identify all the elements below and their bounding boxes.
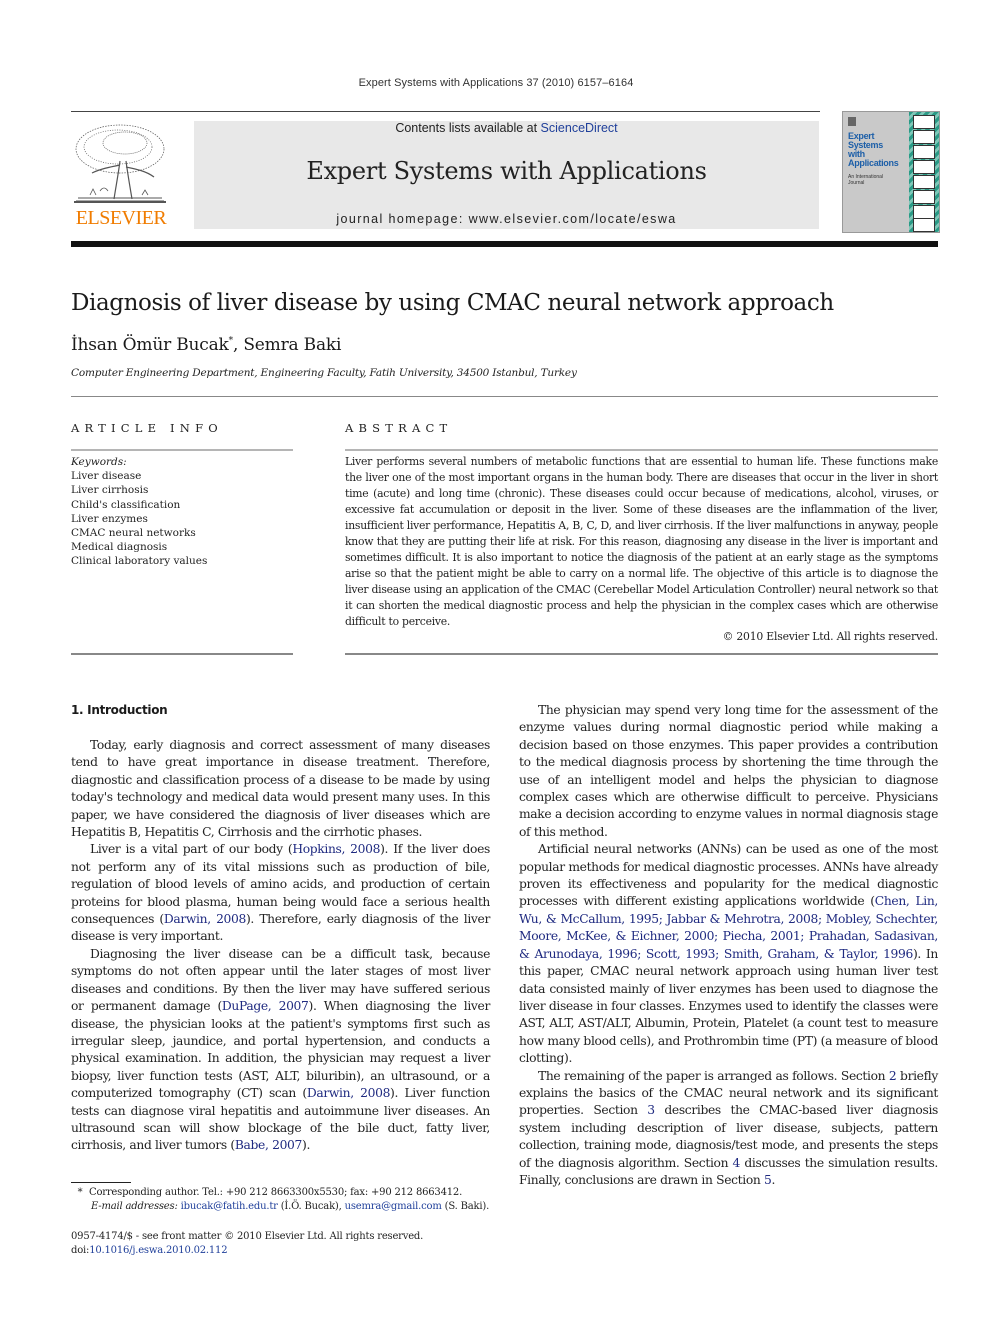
keyword-item: Medical diagnosis — [71, 541, 168, 554]
article-info-rule — [71, 449, 293, 451]
cover-scales-icon — [913, 160, 935, 174]
cover-bar-chart-icon — [913, 145, 935, 159]
keywords-label: Keywords: — [71, 456, 127, 468]
citation-link[interactable]: Darwin, 2008 — [164, 912, 246, 926]
cover-globe-icon — [913, 130, 935, 144]
doi-line: doi:10.1016/j.eswa.2010.02.112 — [71, 1244, 423, 1258]
citation-link[interactable]: 4 — [733, 1156, 741, 1170]
email-link[interactable]: usemra@gmail.com — [345, 1201, 442, 1212]
email-owner: (İ.Ö. Bucak) — [280, 1201, 339, 1212]
email-label: E-mail addresses: — [91, 1201, 178, 1212]
citation-link[interactable]: Babe, 2007 — [235, 1138, 302, 1152]
cover-publisher-icon — [848, 117, 856, 126]
email-owner: (S. Baki). — [444, 1201, 490, 1212]
paragraph-text: The physician may spend very long time f… — [519, 703, 938, 839]
footnote-rule — [71, 1182, 131, 1183]
body-column-left: Today, early diagnosis and correct asses… — [71, 737, 490, 1155]
cover-microscope-icon — [913, 175, 935, 189]
cover-title: Expert Systems with Applications — [848, 132, 899, 168]
author-separator: , — [232, 335, 244, 355]
citation-link[interactable]: 5 — [764, 1173, 772, 1187]
author-name[interactable]: Semra Baki — [243, 335, 341, 355]
body-paragraph: The remaining of the paper is arranged a… — [519, 1068, 938, 1190]
cover-icon-strip — [909, 112, 939, 232]
contents-line: Contents lists available at ScienceDirec… — [194, 121, 819, 135]
abstract-heading: ABSTRACT — [345, 421, 453, 435]
paragraph-text: Today, early diagnosis and correct asses… — [71, 738, 490, 840]
section-heading-introduction: 1. Introduction — [71, 703, 168, 717]
keyword-item: Liver disease — [71, 470, 142, 483]
article-info-heading: ARTICLE INFO — [71, 421, 223, 435]
keyword-item: Clinical laboratory values — [71, 555, 208, 568]
article-title: Diagnosis of liver disease by using CMAC… — [71, 290, 834, 316]
citation-link[interactable]: DuPage, 2007 — [222, 999, 309, 1013]
citation-link[interactable]: Hopkins, 2008 — [292, 842, 380, 856]
footnote-mark: * — [77, 1187, 83, 1198]
email-addresses: E-mail addresses: ibucak@fatih.edu.tr (İ… — [91, 1201, 490, 1212]
sciencedirect-link[interactable]: ScienceDirect — [541, 121, 618, 135]
author-list: İhsan Ömür Bucak*, Semra Baki — [71, 335, 341, 355]
paragraph-text: Liver is a vital part of our body ( — [90, 842, 293, 857]
abstract-copyright: © 2010 Elsevier Ltd. All rights reserved… — [722, 630, 939, 643]
keyword-item: Liver enzymes — [71, 512, 148, 525]
publisher-logo-text: ELSEVIER — [75, 207, 167, 229]
elsevier-tree-icon — [74, 124, 166, 203]
contents-prefix: Contents lists available at — [395, 121, 541, 135]
cover-gear-icon — [913, 115, 935, 129]
keywords-block: Keywords: Liver disease Liver cirrhosis … — [71, 455, 207, 569]
paragraph-text: ). In this paper, CMAC neural network ap… — [519, 946, 938, 1066]
body-paragraph: Liver is a vital part of our body (Hopki… — [71, 841, 490, 945]
cover-phone-icon — [913, 205, 935, 219]
footnote: * Corresponding author. Tel.: +90 212 866… — [71, 1186, 501, 1214]
article-info-bottom-rule — [71, 653, 293, 655]
email-link[interactable]: ibucak@fatih.edu.tr — [181, 1201, 278, 1212]
body-paragraph: Artificial neural networks (ANNs) can be… — [519, 841, 938, 1067]
paragraph-text: ). — [302, 1138, 311, 1153]
cover-subtitle: An International Journal — [848, 174, 883, 186]
body-paragraph: Diagnosing the liver disease can be a di… — [71, 946, 490, 1155]
abstract-bottom-rule — [345, 653, 938, 655]
keyword-item: Liver cirrhosis — [71, 484, 149, 497]
abstract-rule — [345, 449, 938, 451]
cover-subtitle-line: Journal — [848, 180, 865, 186]
doi-prefix: doi: — [71, 1245, 90, 1256]
homepage-prefix: journal homepage: — [336, 212, 469, 226]
running-head: Expert Systems with Applications 37 (201… — [358, 77, 634, 89]
journal-cover-thumbnail[interactable]: Expert Systems with Applications An Inte… — [842, 111, 940, 233]
elsevier-logo[interactable]: ELSEVIER — [70, 121, 172, 233]
top-rule — [71, 111, 820, 112]
cover-caduceus-icon — [913, 218, 935, 232]
cover-satellite-icon — [913, 190, 935, 204]
paragraph-text: . — [771, 1172, 776, 1187]
citation-link[interactable]: 3 — [647, 1103, 655, 1117]
citation-link[interactable]: Darwin, 2008 — [307, 1086, 391, 1100]
paragraph-text: The remaining of the paper is arranged a… — [538, 1068, 889, 1083]
affiliation: Computer Engineering Department, Enginee… — [71, 367, 577, 379]
keyword-item: Child's classification — [71, 498, 181, 511]
cover-title-line: Applications — [848, 158, 899, 168]
corresponding-author-contact: Corresponding author. Tel.: +90 212 8663… — [89, 1187, 463, 1198]
abstract-text: Liver performs several numbers of metabo… — [345, 455, 938, 628]
journal-title: Expert Systems with Applications — [306, 157, 707, 185]
body-paragraph: Today, early diagnosis and correct asses… — [71, 737, 490, 841]
journal-homepage: journal homepage: www.elsevier.com/locat… — [194, 212, 819, 226]
journal-masthead: Contents lists available at ScienceDirec… — [194, 121, 819, 229]
body-column-right: The physician may spend very long time f… — [519, 702, 938, 1189]
keyword-item: CMAC neural networks — [71, 527, 196, 540]
author-name[interactable]: İhsan Ömür Bucak — [71, 335, 229, 355]
corresponding-author-note: * Corresponding author. Tel.: +90 212 866… — [71, 1186, 501, 1200]
affiliation-rule — [71, 396, 938, 397]
homepage-url-link[interactable]: www.elsevier.com/locate/eswa — [469, 212, 677, 226]
body-paragraph: The physician may spend very long time f… — [519, 702, 938, 841]
masthead-bottom-rule — [71, 241, 938, 247]
issn-line: 0957-4174/$ - see front matter © 2010 El… — [71, 1231, 424, 1242]
paragraph-text: ). When diagnosing the liver disease, th… — [71, 999, 490, 1101]
doi-link[interactable]: 10.1016/j.eswa.2010.02.112 — [89, 1245, 227, 1256]
front-matter: 0957-4174/$ - see front matter © 2010 El… — [71, 1230, 423, 1258]
